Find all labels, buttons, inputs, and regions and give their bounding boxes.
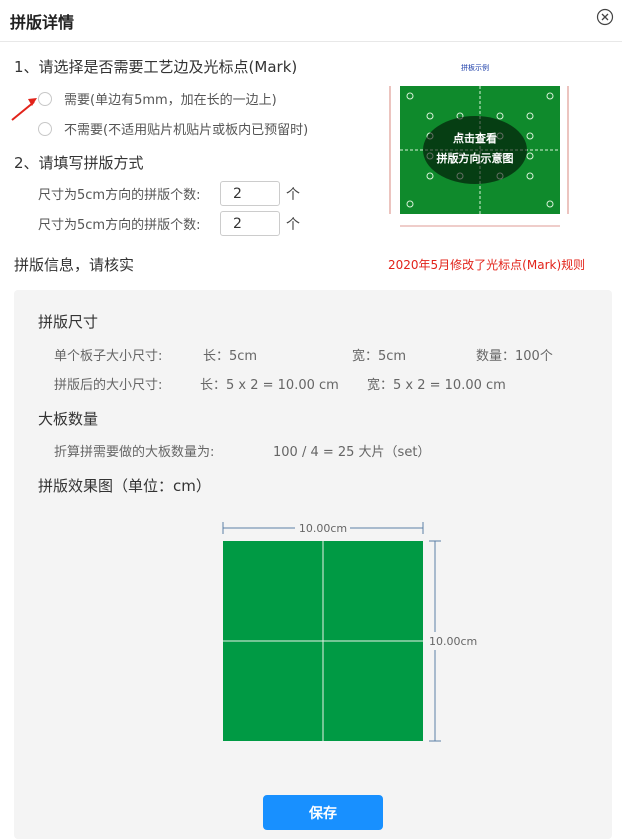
sample-overlay-line1: 点击查看	[453, 131, 497, 145]
mark-question: 1、请选择是否需要工艺边及光标点(Mark)	[14, 58, 298, 76]
count-label-1: 尺寸为5cm方向的拼版个数:	[38, 188, 201, 203]
sample-caption: 2020年5月修改了光标点(Mark)规则	[388, 258, 586, 272]
after-size-label: 拼版后的大小尺寸:	[54, 378, 163, 393]
method-question: 2、请填写拼版方式	[14, 154, 144, 172]
count-input-1[interactable]	[220, 181, 280, 206]
single-width: 宽：5cm	[352, 349, 407, 364]
after-width: 宽：5 x 2 = 10.00 cm	[367, 378, 506, 393]
boards-label: 折算拼需要做的大板数量为:	[54, 445, 215, 460]
width-label: 10.00cm	[299, 522, 347, 535]
mark-option-need-label: 需要(单边有5mm，加在长的一边上)	[64, 93, 277, 108]
radio-no-need[interactable]	[38, 121, 52, 136]
boards-title: 大板数量	[38, 410, 99, 428]
info-heading: 拼版信息，请核实	[14, 256, 135, 274]
after-length: 长：5 x 2 = 10.00 cm	[200, 378, 339, 393]
red-arrow-icon	[11, 98, 37, 121]
count-label-2: 尺寸为5cm方向的拼版个数:	[38, 218, 201, 233]
dialog-title: 拼版详情	[10, 13, 75, 32]
size-title: 拼版尺寸	[38, 313, 99, 331]
close-icon[interactable]	[596, 8, 614, 26]
sample-title: 拼板示例	[461, 63, 489, 72]
count-unit-1: 个	[286, 186, 300, 203]
mark-option-need[interactable]: 需要(单边有5mm，加在长的一边上)	[38, 89, 277, 108]
save-button[interactable]: 保存	[263, 795, 383, 830]
mark-option-no-need[interactable]: 不需要(不适用贴片机贴片或板内已预留时)	[38, 119, 308, 138]
panel-sample-image[interactable]: 拼板示例 点击查看 拼版方向示意图	[368, 56, 582, 246]
sample-overlay-line2: 拼版方向示意图	[437, 151, 514, 165]
boards-value: 100 / 4 = 25 大片（set）	[273, 445, 431, 460]
single-size-label: 单个板子大小尺寸:	[54, 349, 163, 364]
count-unit-2: 个	[286, 216, 300, 233]
quantity: 数量：100个	[476, 349, 553, 364]
height-label: 10.00cm	[429, 635, 477, 648]
dialog-header: 拼版详情	[0, 0, 622, 42]
count-row-1: 尺寸为5cm方向的拼版个数: 个	[38, 181, 300, 206]
single-length: 长：5cm	[203, 349, 258, 364]
panel-effect-diagram: 10.00cm 10.00cm	[222, 522, 477, 742]
sample-overlay	[423, 116, 527, 184]
effect-title: 拼版效果图（单位：cm）	[38, 477, 211, 495]
mark-option-no-need-label: 不需要(不适用贴片机贴片或板内已预留时)	[64, 123, 309, 138]
count-row-2: 尺寸为5cm方向的拼版个数: 个	[38, 211, 300, 236]
count-input-2[interactable]	[220, 211, 280, 236]
radio-need[interactable]	[38, 91, 52, 106]
